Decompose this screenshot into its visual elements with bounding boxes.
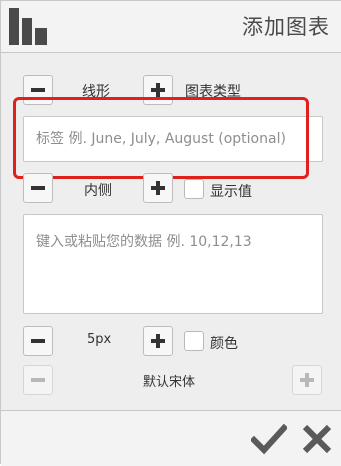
color-label: 颜色 — [210, 336, 238, 352]
color-checkbox[interactable] — [184, 331, 204, 351]
close-icon[interactable] — [300, 422, 334, 456]
labels-input-placeholder: 标签 例. June, July, August (optional) — [36, 131, 286, 147]
chart-type-prev-button[interactable] — [23, 75, 53, 105]
minus-icon — [31, 339, 45, 343]
plus-icon — [151, 334, 165, 348]
checkmark-icon[interactable] — [251, 421, 287, 457]
dialog-title: 添加图表 — [242, 15, 330, 39]
chart-type-next-button[interactable] — [143, 75, 173, 105]
size-decrease-button[interactable] — [23, 326, 53, 356]
font-label: 默认宋体 — [143, 375, 196, 390]
size-label: 5px — [87, 332, 112, 347]
size-increase-button[interactable] — [143, 326, 173, 356]
bar-chart-icon — [9, 8, 47, 45]
add-chart-dialog: 添加图表 线形 图表类型 标签 例. June, July, August (o… — [0, 0, 341, 466]
minus-icon — [31, 378, 45, 382]
data-input[interactable]: 键入或粘贴您的数据 例. 10,12,13 — [23, 214, 323, 314]
minus-icon — [31, 186, 45, 190]
labels-input[interactable]: 标签 例. June, July, August (optional) — [23, 116, 323, 162]
font-next-button[interactable] — [292, 365, 322, 395]
minus-icon — [31, 88, 45, 92]
position-next-button[interactable] — [143, 173, 173, 203]
plus-icon — [151, 83, 165, 97]
plus-icon — [300, 373, 314, 387]
dialog-header: 添加图表 — [1, 1, 341, 53]
font-prev-button[interactable] — [23, 365, 53, 395]
position-prev-button[interactable] — [23, 173, 53, 203]
show-values-checkbox[interactable] — [184, 179, 204, 199]
label-position-label: 内侧 — [84, 183, 112, 199]
chart-type-label: 图表类型 — [185, 84, 241, 100]
plus-icon — [151, 181, 165, 195]
data-input-placeholder: 键入或粘贴您的数据 例. 10,12,13 — [36, 234, 252, 250]
line-type-label: 线形 — [82, 84, 110, 100]
dialog-footer — [1, 410, 341, 466]
show-values-label: 显示值 — [210, 184, 252, 200]
